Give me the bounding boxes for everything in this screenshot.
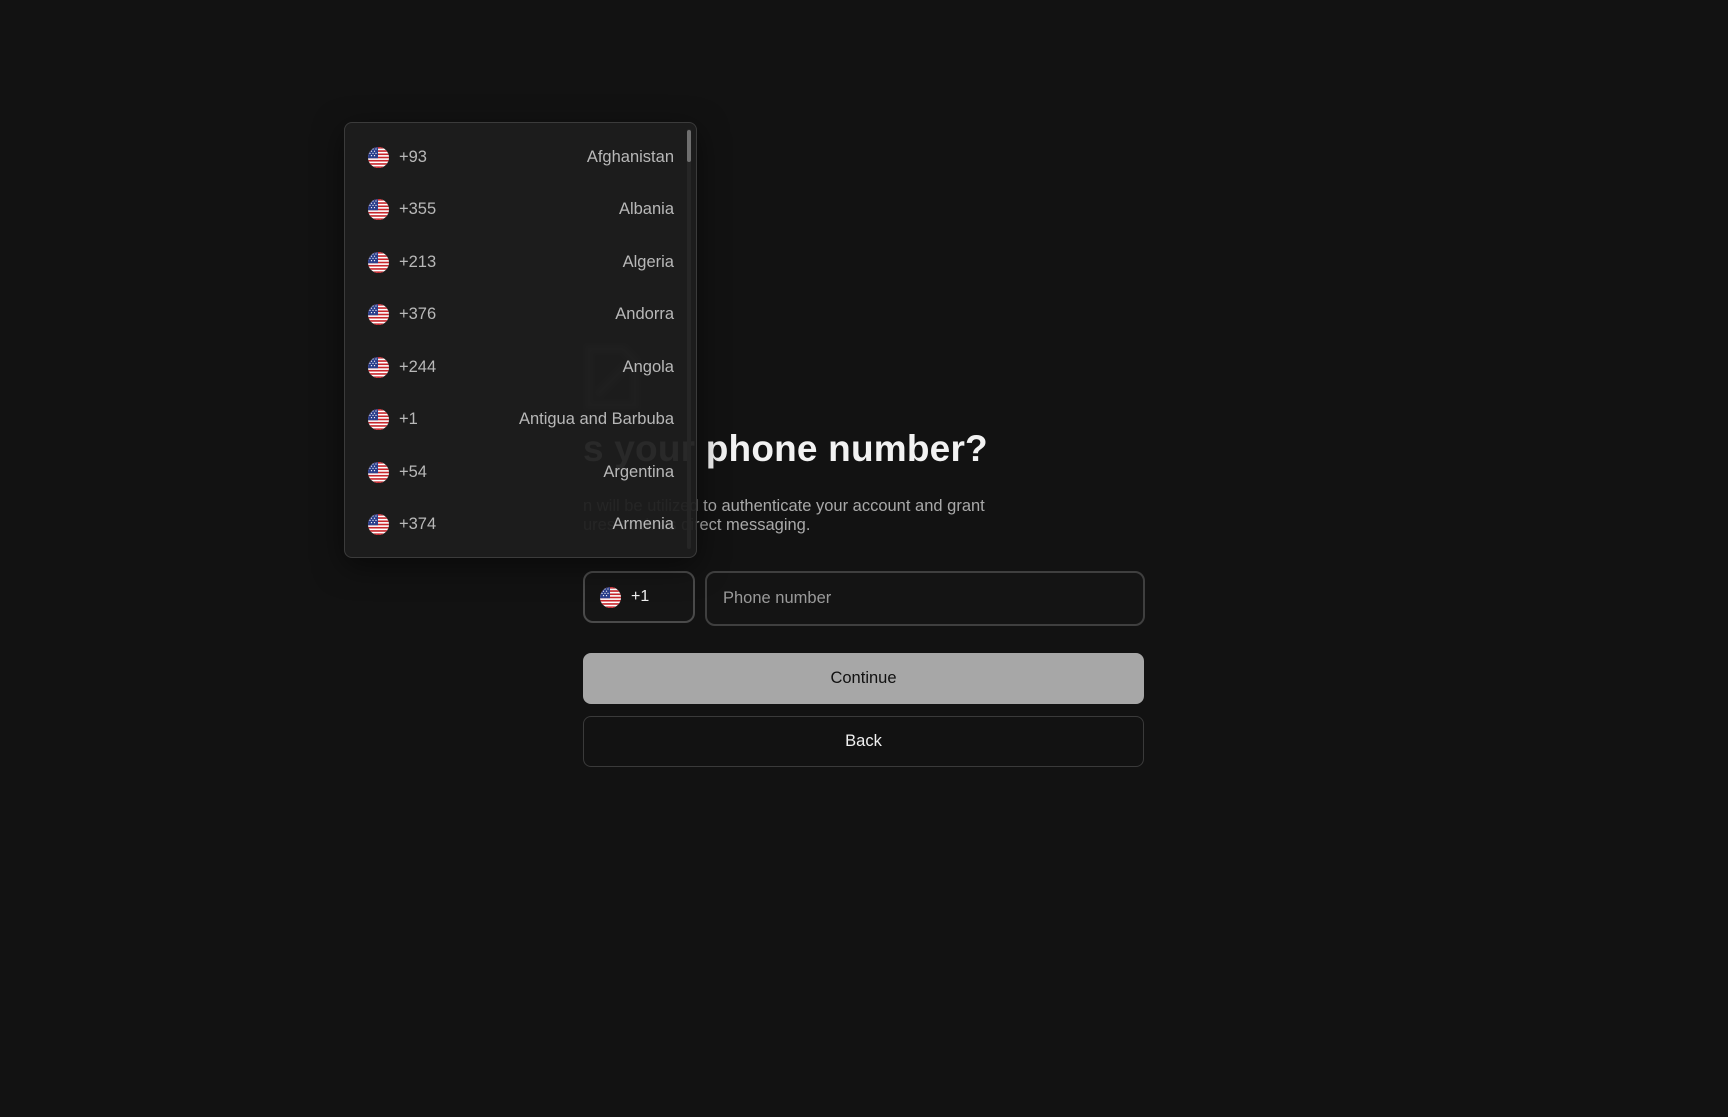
country-dial-code: +244 <box>399 357 437 376</box>
us-flag-icon <box>368 356 389 378</box>
country-name: Algeria <box>622 252 674 271</box>
country-dial-code: +1 <box>399 410 418 429</box>
phone-number-input[interactable] <box>705 571 1145 626</box>
country-dropdown[interactable]: +93 Afghanistan +355 Albania +213 Algeri… <box>344 122 697 558</box>
country-option[interactable]: +374 Armenia <box>345 499 685 552</box>
country-dial-code: +93 <box>399 147 427 166</box>
country-dial-code: +374 <box>399 515 437 534</box>
us-flag-icon <box>368 251 389 273</box>
country-name: Armenia <box>612 515 674 534</box>
country-dial-code: +213 <box>399 252 437 271</box>
country-dial-code: +376 <box>399 305 437 324</box>
country-name: Andorra <box>615 305 674 324</box>
us-flag-icon <box>368 304 389 326</box>
country-dial-code: +54 <box>399 462 427 481</box>
country-name: Afghanistan <box>586 147 674 166</box>
us-flag-icon <box>368 514 389 536</box>
country-option[interactable]: +244 Angola <box>345 341 685 394</box>
country-code-selector[interactable]: +1 <box>583 571 695 623</box>
country-name: Albania <box>618 200 674 219</box>
country-option[interactable]: +54 Argentina <box>345 446 685 499</box>
country-name: Angola <box>622 357 674 376</box>
country-option[interactable]: +1 Antigua and Barbuba <box>345 394 685 447</box>
back-button[interactable]: Back <box>583 716 1144 767</box>
us-flag-icon <box>368 461 389 483</box>
continue-button[interactable]: Continue <box>583 653 1144 704</box>
selected-country-code: +1 <box>631 588 650 605</box>
country-option[interactable]: +376 Andorra <box>345 289 685 342</box>
dropdown-scrollbar[interactable] <box>687 130 691 162</box>
country-list: +93 Afghanistan +355 Albania +213 Algeri… <box>345 123 685 551</box>
country-dial-code: +355 <box>399 200 437 219</box>
country-option[interactable]: +213 Algeria <box>345 236 685 289</box>
country-name: Argentina <box>603 462 674 481</box>
phone-row: +1 <box>583 571 1145 627</box>
us-flag-icon <box>600 586 621 608</box>
us-flag-icon <box>368 409 389 431</box>
country-option[interactable]: +93 Afghanistan <box>345 131 685 184</box>
us-flag-icon <box>368 146 389 168</box>
us-flag-icon <box>368 199 389 221</box>
phone-number-page: s your phone number? n will be utilized … <box>0 0 1728 1117</box>
dropdown-scroll-track[interactable] <box>687 129 691 549</box>
country-name: Antigua and Barbuba <box>518 410 674 429</box>
country-option[interactable]: +355 Albania <box>345 184 685 237</box>
